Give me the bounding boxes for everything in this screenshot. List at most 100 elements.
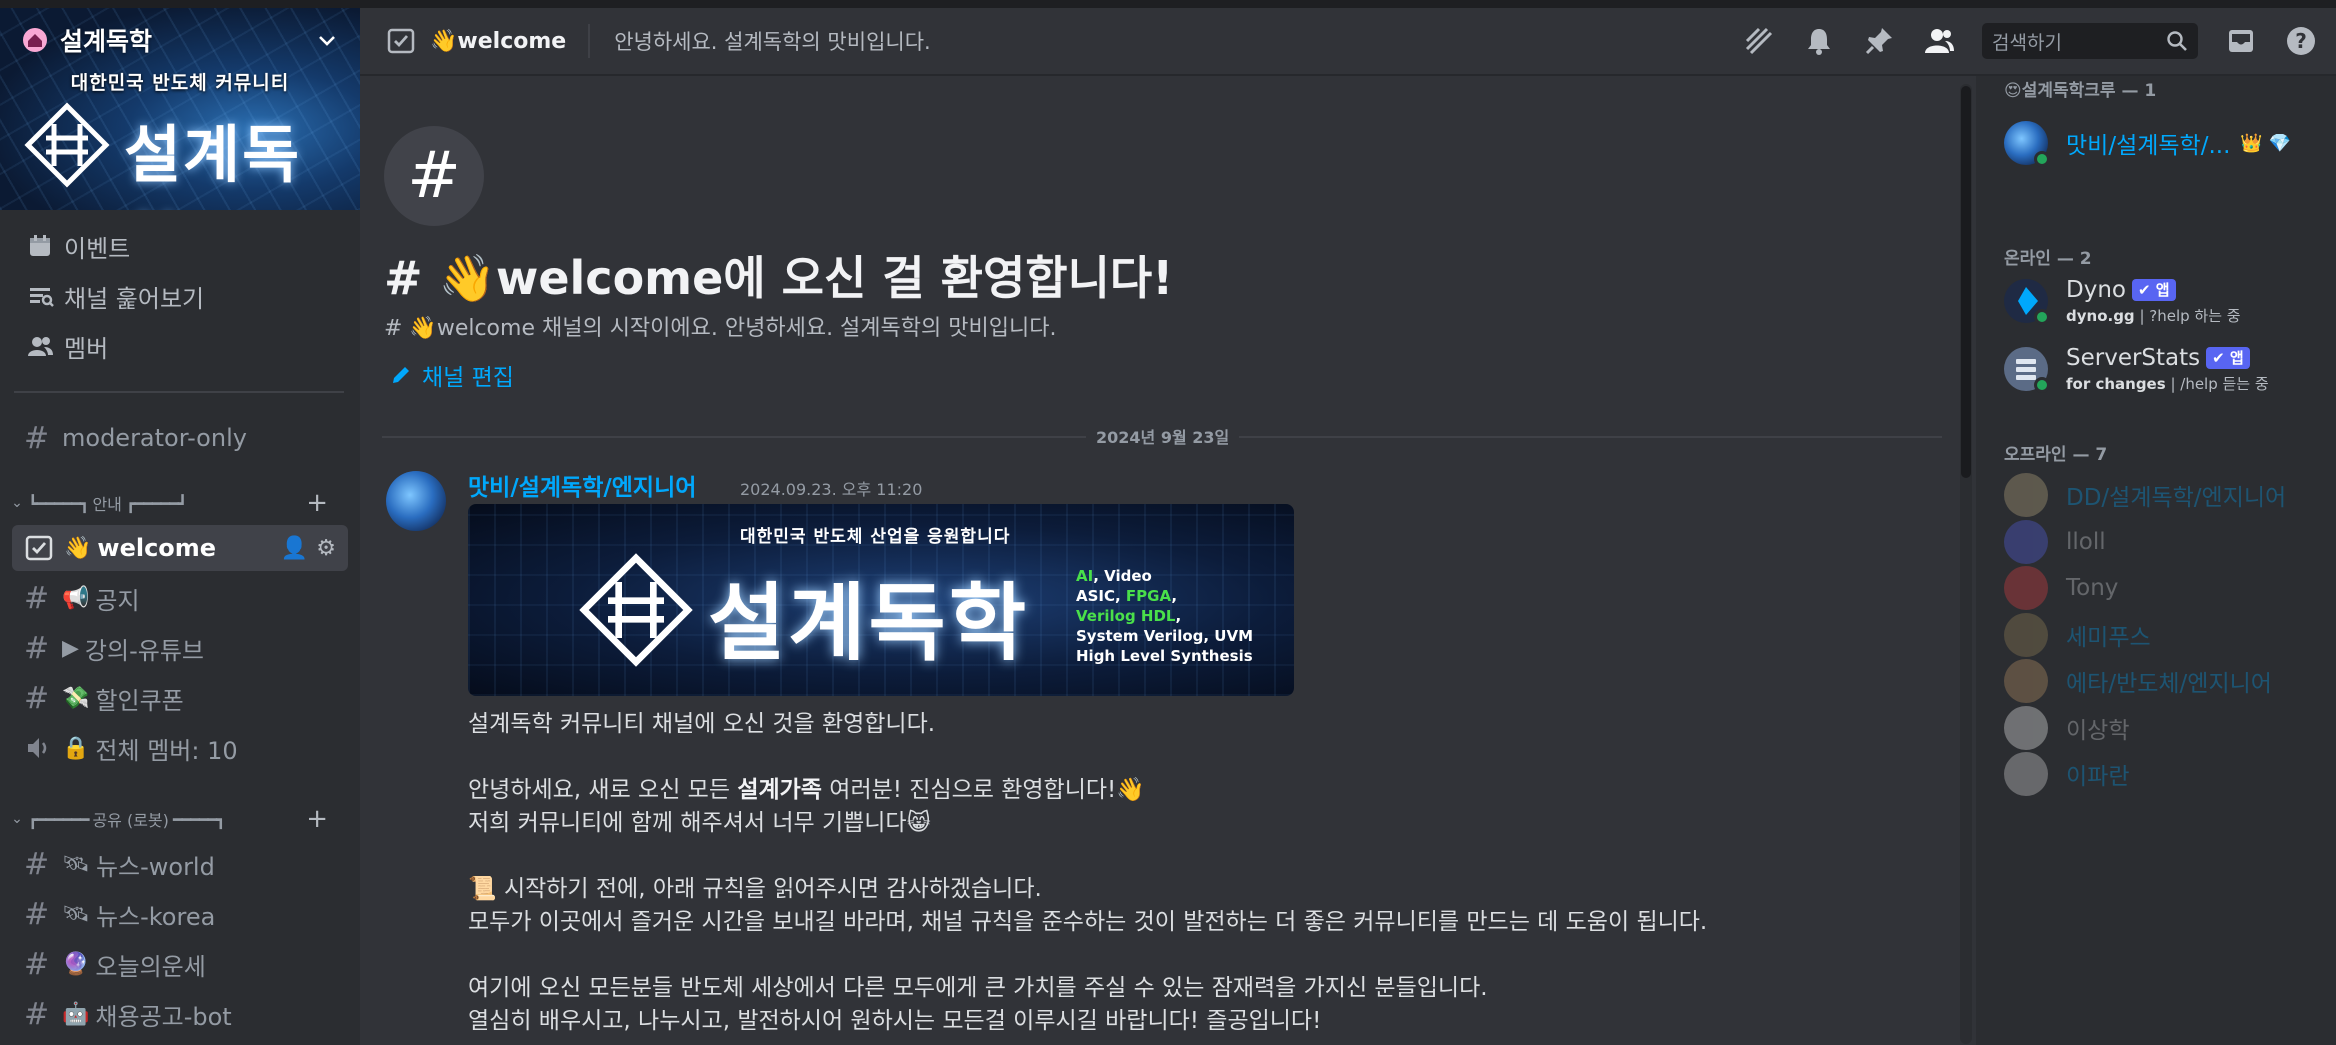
threads-button[interactable] [1742,24,1776,58]
image-topic-text: , [1171,587,1178,605]
message-text: 설계독학 커뮤니티 채널에 오신 것을 환영합니다. [468,711,936,737]
chevron-down-icon[interactable] [316,29,338,51]
channel-label: 뉴스-korea [95,902,216,931]
banner-title: 설계독학 [124,118,302,210]
category-header-2[interactable]: ⌄ ┏━━━━━━ 공유 (로봇) ━━━━━┓ + [6,803,354,835]
chat-scrollbar-thumb[interactable] [1961,86,1971,478]
sidebar-divider [14,391,344,393]
channel-header: 👋welcome 안녕하세요. 설계독학의 맛비입니다. 검색하기 ? [360,8,2336,76]
satellite-emoji: 🛰 [62,851,90,877]
message-author[interactable]: 맛비/설계독학/엔지니어 [468,468,696,502]
banner-tagline: 대한민국 반도체 커뮤니티 [70,72,290,94]
hash-icon: # [24,846,50,882]
channel-announcements[interactable]: # 📢 공지 [12,575,348,621]
channel-coupons[interactable]: # 💸 할인쿠폰 [12,675,348,721]
header-separator [588,24,591,58]
add-channel-icon[interactable]: + [306,803,328,835]
server-header[interactable]: 설계독학 [0,8,360,72]
server-name: 설계독학 [60,27,153,56]
chip-logo-icon [579,553,693,667]
hash-icon: # [24,630,50,666]
member-status: | /help 듣는 중 [2165,374,2269,393]
image-topics-list: AI, Video ASIC, FPGA, Verilog HDL, System V… [1076,566,1253,666]
edit-channel-label: 채널 편집 [422,365,514,391]
message-image[interactable]: 대한민국 반도체 산업을 응원합니다 설계독학 AI, Video ASIC, F… [468,504,1294,696]
message-text: 모두가 이곳에서 즐거운 시간을 보내길 바라며, 채널 규칙을 준수하는 것이… [468,909,1708,935]
channel-title: 👋welcome [430,29,566,54]
crown-gem-badges: 👑 💎 [2240,132,2291,154]
member-list-button[interactable] [1922,24,1956,58]
search-placeholder: 검색하기 [1992,31,2062,54]
channel-label: moderator-only [62,424,247,452]
search-input[interactable]: 검색하기 [1982,23,2198,59]
member-item[interactable]: 이파란 [2004,745,2324,803]
inbox-button[interactable] [2224,24,2258,58]
channel-news-world[interactable]: # 🛰 뉴스-world [12,841,348,887]
wave-emoji: 👋 [64,535,92,561]
notifications-button[interactable] [1802,24,1836,58]
category-deco: ┗━━━━━┓ [28,493,89,513]
message-line: 저희 커뮤니티에 함께 해주셔서 너무 기쁩니다😸 [468,807,1928,840]
money-emoji: 💸 [62,685,90,711]
channel-topic: 안녕하세요. 설계독학의 맛비입니다. [614,30,931,54]
avatar[interactable] [386,471,446,531]
member-name: DD/설계독학/엔지니어 [2066,485,2287,511]
image-title: 설계독학 [708,574,1030,672]
message-text: 저희 커뮤니티에 함께 해주셔서 너무 기쁩니다😸 [468,810,931,836]
edit-channel-link[interactable]: 채널 편집 [390,358,514,392]
member-item[interactable]: Dyno ✔ 앱 dyno.gg | ?help 하는 중 [2004,272,2324,330]
channel-label: 공지 [95,586,140,615]
channel-news-korea[interactable]: # 🛰 뉴스-korea [12,891,348,937]
member-name: lloll [2066,528,2106,555]
member-name: 세미푸스 [2066,624,2151,651]
channel-label: 채용공고-bot [95,1002,232,1031]
category-label: 안내 [92,495,122,514]
message-area: # # 👋welcome에 오신 걸 환영합니다! # 👋welcome 채널의… [360,76,1960,1045]
bell-icon [1808,29,1830,55]
sidebar-item-label: 이벤트 [64,234,131,263]
avatar [2004,752,2048,796]
channel-hash-icon: # [384,126,484,226]
discord-window: 설계독학 대한민국 반도체 커뮤니티 설계독학 이벤트 [0,0,2336,1045]
pinned-messages-button[interactable] [1862,24,1896,58]
category-label: 공유 (로봇) [92,811,169,830]
member-group-crew: 😍설계독학크루 — 1 [2004,81,2157,101]
message-line: 안녕하세요, 새로 오신 모든 설계가족 여러분! 진심으로 환영합니다!👋 [468,774,1928,807]
channel-lecture-youtube[interactable]: # ▶ 강의-유튜브 [12,625,348,671]
avatar [2004,659,2048,703]
category-header-1[interactable]: ⌄ ┗━━━━━┓ 안내 ┏━━━━━┛ + [6,487,354,519]
help-button[interactable]: ? [2284,24,2318,58]
hash-icon: # [24,896,50,932]
channel-welcome[interactable]: 👋 welcome 👤 ⚙ [12,525,348,571]
gear-icon[interactable]: ⚙ [316,536,336,561]
image-topic-text: , [1175,607,1182,625]
message-line: 설계독학 커뮤니티 채널에 오신 것을 환영합니다. [468,708,1928,741]
channel-label: 오늘의운세 [95,952,206,981]
avatar [2004,705,2048,750]
sidebar-item-events[interactable]: 이벤트 [12,223,348,269]
avatar [2004,519,2048,564]
channel-moderator-only[interactable]: # moderator-only [12,415,348,461]
title-strip [0,0,2336,8]
channel-label: 강의-유튜브 [84,636,204,665]
member-item[interactable]: ServerStats ✔ 앱 for changes | /help 듣는 중 [2004,340,2324,398]
add-channel-icon[interactable]: + [306,487,328,519]
image-topic-text: High Level Synthesis [1076,647,1253,665]
message-timestamp: 2024.09.23. 오후 11:20 [740,480,923,499]
member-name: 맛비/설계독학/... [2066,133,2231,159]
rules-channel-icon [25,535,53,561]
message-text: 여기에 오신 모든분들 반도체 세상에서 다른 모두에게 큰 가치를 주실 수 … [468,975,1488,1001]
member-item[interactable]: 맛비/설계독학/... 👑 💎 [2004,114,2324,172]
sidebar-item-browse-channels[interactable]: 채널 훑어보기 [12,273,348,319]
channel-member-count[interactable]: 🔒 전체 멤버: 10 [12,725,348,771]
members-icon [28,337,53,356]
date-divider-label: 2024년 9월 23일 [1086,424,1240,448]
channel-fortune[interactable]: # 🔮 오늘의운세 [12,941,348,987]
browse-channels-icon [30,288,54,307]
channel-jobs-bot[interactable]: # 🤖 채용공고-bot [12,991,348,1037]
invite-icon[interactable]: 👤 [281,536,308,561]
image-topic-text: FPGA [1125,587,1172,605]
sidebar-item-members[interactable]: 멤버 [12,323,348,369]
